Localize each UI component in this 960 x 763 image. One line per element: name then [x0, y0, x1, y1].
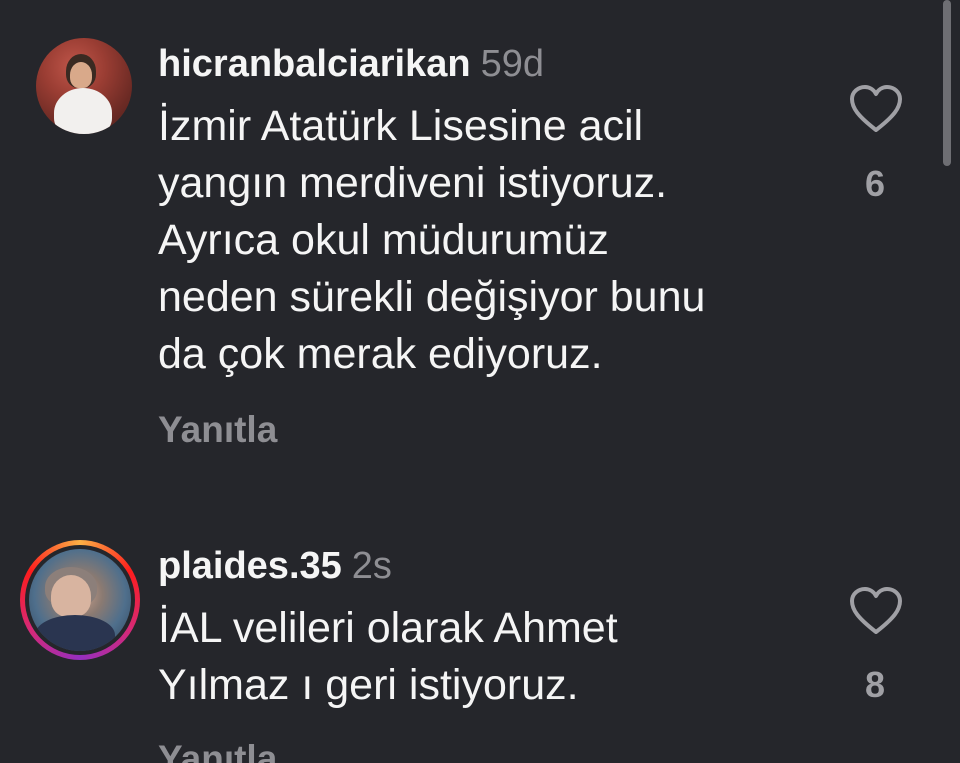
heart-outline-icon — [850, 587, 902, 634]
avatar[interactable] — [36, 38, 132, 134]
like-count: 8 — [864, 664, 886, 705]
comment-header: hicranbalciarikan 59d — [158, 40, 544, 88]
scrollbar[interactable] — [943, 0, 951, 166]
comments-screen: hicranbalciarikan 59d İzmir Atatürk Lises… — [0, 0, 960, 763]
like-button[interactable] — [848, 586, 904, 636]
avatar-face — [51, 575, 91, 617]
avatar-body — [54, 88, 112, 134]
reply-button[interactable]: Yanıtla — [158, 407, 277, 453]
like-count: 6 — [864, 163, 886, 204]
username[interactable]: hicranbalciarikan — [158, 43, 471, 85]
timestamp: 2s — [351, 545, 392, 587]
like-button[interactable] — [848, 84, 904, 134]
heart-outline-icon — [850, 85, 902, 132]
comment-text: İAL velileri olarak Ahmet Yılmaz ı geri … — [158, 604, 618, 709]
avatar-body — [35, 615, 115, 651]
avatar-face — [70, 62, 92, 88]
comment-text: İzmir Atatürk Lisesine acil yangın merdi… — [158, 102, 706, 378]
comment-header: plaides.35 2s — [158, 542, 392, 590]
avatar[interactable] — [29, 549, 131, 651]
username[interactable]: plaides.35 — [158, 545, 342, 587]
timestamp: 59d — [480, 43, 544, 85]
reply-button[interactable]: Yanıtla — [158, 736, 277, 763]
